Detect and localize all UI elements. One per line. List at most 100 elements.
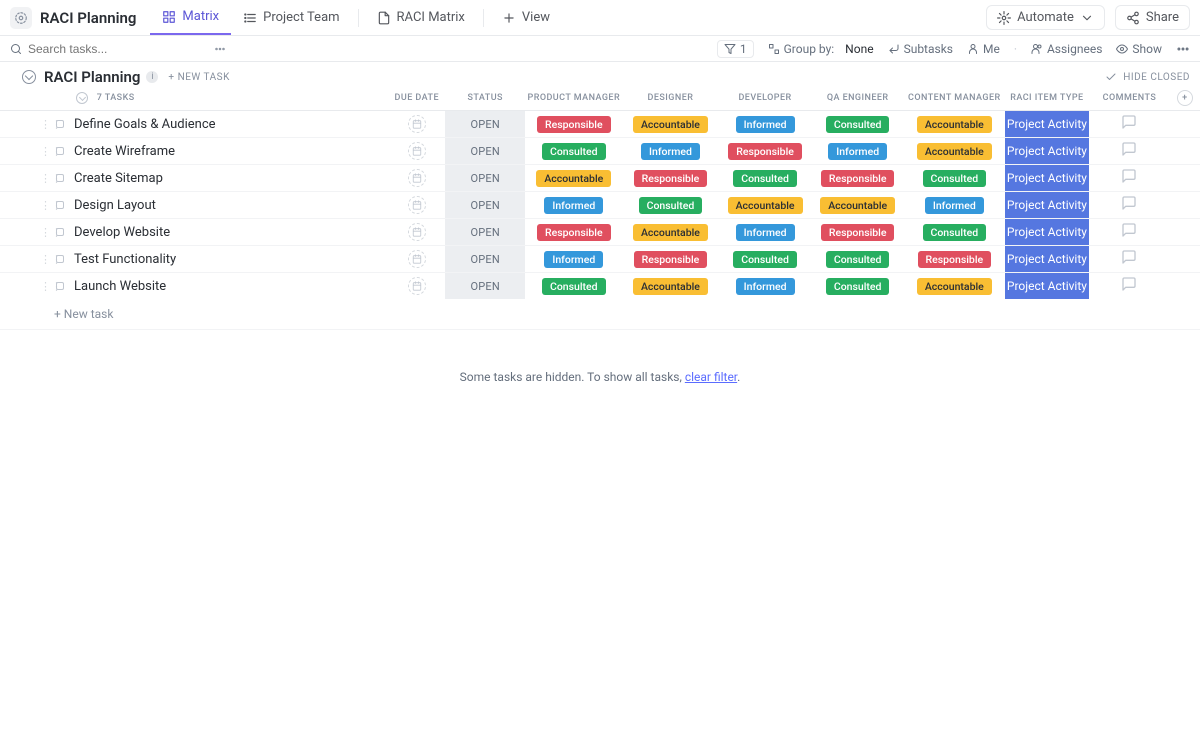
status-badge[interactable]: OPEN: [470, 226, 500, 239]
raci-badge[interactable]: Responsible: [634, 251, 708, 268]
me-button[interactable]: Me: [967, 42, 1000, 56]
col-content-manager[interactable]: CONTENT MANAGER: [904, 86, 1005, 110]
raci-badge[interactable]: Accountable: [917, 143, 992, 160]
raci-badge[interactable]: Responsible: [821, 224, 895, 241]
raci-badge[interactable]: Responsible: [918, 251, 992, 268]
table-row[interactable]: ⋮⋮Develop WebsiteOPENResponsibleAccounta…: [0, 218, 1200, 245]
share-button[interactable]: Share: [1115, 5, 1190, 30]
raci-badge[interactable]: Consulted: [639, 197, 703, 214]
task-name[interactable]: Create Wireframe: [48, 144, 175, 159]
raci-badge[interactable]: Consulted: [542, 278, 606, 295]
task-name[interactable]: Test Functionality: [48, 252, 176, 267]
raci-badge[interactable]: Consulted: [733, 251, 797, 268]
due-date-button[interactable]: [408, 169, 426, 187]
tab-matrix[interactable]: Matrix: [150, 0, 231, 35]
task-name[interactable]: Define Goals & Audience: [48, 117, 216, 132]
info-icon[interactable]: i: [146, 71, 158, 83]
status-dot[interactable]: [56, 120, 64, 128]
raci-badge[interactable]: Accountable: [917, 278, 992, 295]
raci-badge[interactable]: Consulted: [923, 224, 987, 241]
col-designer[interactable]: DESIGNER: [622, 86, 719, 110]
raci-badge[interactable]: Responsible: [821, 170, 895, 187]
task-name[interactable]: Launch Website: [48, 279, 166, 294]
col-status[interactable]: STATUS: [445, 86, 526, 110]
clear-filter-link[interactable]: clear filter: [685, 370, 737, 384]
raci-item-type[interactable]: Project Activity: [1005, 272, 1090, 299]
raci-badge[interactable]: Responsible: [728, 143, 802, 160]
raci-badge[interactable]: Responsible: [537, 116, 611, 133]
task-name[interactable]: Create Sitemap: [48, 171, 163, 186]
status-dot[interactable]: [56, 228, 64, 236]
col-raci-item-type[interactable]: RACI ITEM TYPE: [1005, 86, 1090, 110]
new-task-row[interactable]: + New task: [0, 299, 1200, 330]
raci-badge[interactable]: Consulted: [826, 251, 890, 268]
raci-badge[interactable]: Informed: [736, 278, 795, 295]
status-dot[interactable]: [56, 201, 64, 209]
search-input[interactable]: [28, 42, 148, 56]
raci-item-type[interactable]: Project Activity: [1005, 191, 1090, 218]
comment-icon[interactable]: [1121, 119, 1137, 134]
subtasks-button[interactable]: Subtasks: [888, 42, 953, 56]
groupby-button[interactable]: Group by: None: [768, 42, 874, 56]
due-date-button[interactable]: [408, 277, 426, 295]
comment-icon[interactable]: [1121, 146, 1137, 161]
col-developer[interactable]: DEVELOPER: [719, 86, 812, 110]
col-due-date[interactable]: DUE DATE: [389, 86, 445, 110]
tab-raci-matrix[interactable]: RACI Matrix: [365, 0, 477, 35]
comment-icon[interactable]: [1121, 200, 1137, 215]
status-dot[interactable]: [56, 255, 64, 263]
add-view-button[interactable]: View: [490, 0, 562, 35]
table-row[interactable]: ⋮⋮Create WireframeOPENConsultedInformedR…: [0, 137, 1200, 164]
table-row[interactable]: ⋮⋮Define Goals & AudienceOPENResponsible…: [0, 110, 1200, 137]
raci-badge[interactable]: Accountable: [633, 116, 708, 133]
add-column-button[interactable]: +: [1177, 90, 1193, 106]
status-badge[interactable]: OPEN: [470, 253, 500, 266]
task-name[interactable]: Design Layout: [48, 198, 156, 213]
table-row[interactable]: ⋮⋮Launch WebsiteOPENConsultedAccountable…: [0, 272, 1200, 299]
due-date-button[interactable]: [408, 250, 426, 268]
raci-badge[interactable]: Informed: [736, 224, 795, 241]
table-row[interactable]: ⋮⋮Design LayoutOPENInformedConsultedAcco…: [0, 191, 1200, 218]
hide-closed-button[interactable]: HIDE CLOSED: [1105, 71, 1190, 83]
due-date-button[interactable]: [408, 142, 426, 160]
status-collapse-toggle[interactable]: [76, 92, 88, 104]
filter-button[interactable]: 1: [717, 40, 754, 58]
col-qa-engineer[interactable]: QA ENGINEER: [811, 86, 904, 110]
raci-badge[interactable]: Informed: [925, 197, 984, 214]
status-badge[interactable]: OPEN: [470, 145, 500, 158]
new-task-button[interactable]: + NEW TASK: [168, 72, 229, 83]
more-horizontal-icon[interactable]: [1176, 42, 1190, 56]
section-collapse-toggle[interactable]: [22, 70, 36, 84]
raci-item-type[interactable]: Project Activity: [1005, 137, 1090, 164]
due-date-button[interactable]: [408, 223, 426, 241]
status-badge[interactable]: OPEN: [470, 172, 500, 185]
status-badge[interactable]: OPEN: [470, 280, 500, 293]
raci-badge[interactable]: Accountable: [820, 197, 895, 214]
status-dot[interactable]: [56, 174, 64, 182]
comment-icon[interactable]: [1121, 173, 1137, 188]
due-date-button[interactable]: [408, 115, 426, 133]
raci-badge[interactable]: Informed: [544, 251, 603, 268]
raci-badge[interactable]: Informed: [736, 116, 795, 133]
raci-badge[interactable]: Informed: [828, 143, 887, 160]
raci-badge[interactable]: Informed: [544, 197, 603, 214]
more-horizontal-icon[interactable]: [214, 43, 226, 55]
table-row[interactable]: ⋮⋮Test FunctionalityOPENInformedResponsi…: [0, 245, 1200, 272]
due-date-button[interactable]: [408, 196, 426, 214]
tab-project-team[interactable]: Project Team: [231, 0, 351, 35]
col-product-manager[interactable]: PRODUCT MANAGER: [525, 86, 622, 110]
show-button[interactable]: Show: [1116, 42, 1162, 56]
raci-item-type[interactable]: Project Activity: [1005, 245, 1090, 272]
raci-badge[interactable]: Consulted: [826, 278, 890, 295]
automate-button[interactable]: Automate: [986, 5, 1105, 30]
comment-icon[interactable]: [1121, 281, 1137, 296]
comment-icon[interactable]: [1121, 227, 1137, 242]
task-name[interactable]: Develop Website: [48, 225, 170, 240]
raci-badge[interactable]: Accountable: [633, 224, 708, 241]
raci-badge[interactable]: Informed: [641, 143, 700, 160]
raci-item-type[interactable]: Project Activity: [1005, 164, 1090, 191]
raci-badge[interactable]: Consulted: [826, 116, 890, 133]
table-row[interactable]: ⋮⋮Create SitemapOPENAccountableResponsib…: [0, 164, 1200, 191]
raci-item-type[interactable]: Project Activity: [1005, 110, 1090, 137]
assignees-button[interactable]: Assignees: [1031, 42, 1102, 56]
